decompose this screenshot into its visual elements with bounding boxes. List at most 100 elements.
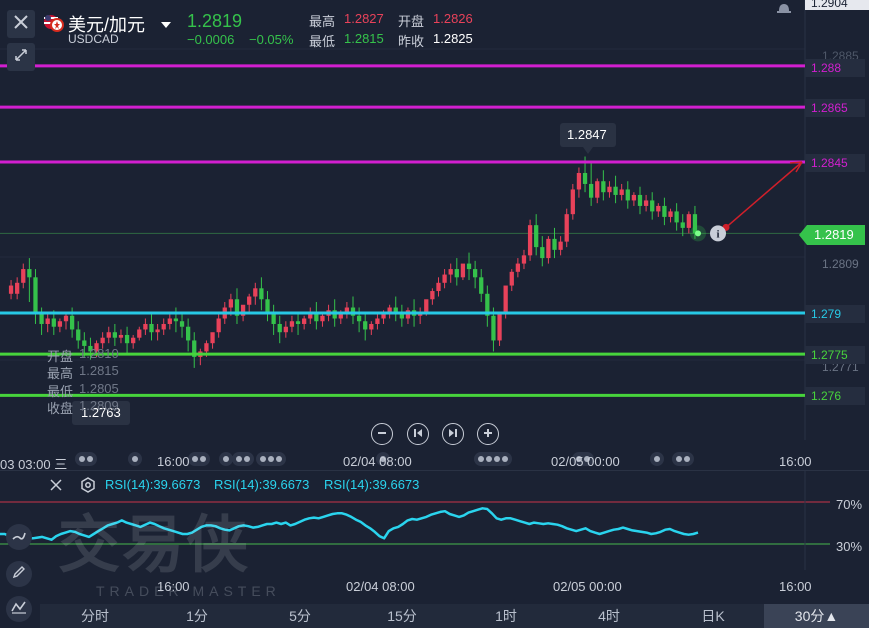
skip-end-button[interactable] xyxy=(442,423,464,445)
indicator-tool[interactable] xyxy=(6,596,32,622)
timeframe-bar xyxy=(40,604,869,628)
event-marker[interactable] xyxy=(188,452,210,466)
candle-body xyxy=(124,334,130,344)
candle-body xyxy=(601,181,606,193)
candle-body xyxy=(76,329,81,341)
candle-body xyxy=(625,189,630,201)
candle-body xyxy=(216,318,221,333)
candle-body xyxy=(448,269,453,275)
candle-body xyxy=(503,285,508,313)
skip-end-icon xyxy=(448,425,458,443)
symbol-code: USDCAD xyxy=(68,32,119,46)
candle-body xyxy=(155,329,160,333)
candle-body xyxy=(466,263,472,270)
prev-close-value: 1.2825 xyxy=(433,31,473,46)
rsi-time-label-1: 16:00 xyxy=(157,579,190,594)
event-marker[interactable] xyxy=(128,452,142,466)
candle-body xyxy=(552,238,557,250)
timeframe-tick[interactable]: 分时 xyxy=(70,604,120,628)
rsi-time-label-2: 02/04 08:00 xyxy=(346,579,415,594)
candle-body xyxy=(527,225,533,256)
candle-body xyxy=(619,189,624,195)
rsi-time-label-3: 02/05 00:00 xyxy=(553,579,622,594)
zoom-in-icon xyxy=(483,425,493,443)
zoom-out-button[interactable] xyxy=(371,423,393,445)
bell-icon[interactable] xyxy=(776,0,792,18)
event-marker[interactable] xyxy=(256,452,286,466)
price-change: −0.0006 xyxy=(187,32,235,47)
candle-body xyxy=(265,299,270,313)
price-axis-top-tag: 1.2904 xyxy=(805,0,869,10)
candle-body xyxy=(173,318,179,322)
dropdown-caret-icon[interactable] xyxy=(161,17,171,35)
candle-body xyxy=(424,299,429,313)
candle-body xyxy=(45,318,50,324)
candle-body xyxy=(491,315,496,341)
candle-body xyxy=(497,313,502,341)
pencil-tool[interactable] xyxy=(6,561,32,587)
candle-body xyxy=(112,332,117,338)
timeframe-1m[interactable]: 1分 xyxy=(172,604,222,628)
ohlc-high-value: 1.2815 xyxy=(79,363,119,378)
rsi-level-70: 70% xyxy=(836,497,863,512)
rsi-label-1: RSI(14):39.6673 xyxy=(105,477,201,492)
candle-body xyxy=(27,269,32,278)
candle-body xyxy=(454,269,459,278)
timeframe-30m-selected[interactable]: 30分▲ xyxy=(764,604,869,628)
event-marker[interactable] xyxy=(75,452,97,466)
candlestick-chart[interactable]: i xyxy=(0,0,869,470)
candle-body xyxy=(106,332,111,338)
high-marker-value: 1.2847 xyxy=(567,127,607,142)
price-change-pct: −0.05% xyxy=(249,32,294,47)
collapse-button[interactable] xyxy=(7,43,35,71)
timeframe-4h[interactable]: 4时 xyxy=(584,604,634,628)
candle-body xyxy=(320,315,325,322)
candle-body xyxy=(356,315,362,322)
price-tick-2: 1.2809 xyxy=(822,257,859,271)
candle-body xyxy=(271,313,276,324)
high-marker-tooltip: 1.2847 xyxy=(560,123,616,147)
candle-body xyxy=(247,296,252,305)
ohlc-close-label: 收盘 xyxy=(47,401,74,416)
level-tag-1288: 1.288 xyxy=(805,59,865,77)
timeframe-1h[interactable]: 1时 xyxy=(481,604,531,628)
skip-start-button[interactable] xyxy=(407,423,429,445)
rsi-label-2: RSI(14):39.6673 xyxy=(214,477,310,492)
current-price: 1.2819 xyxy=(187,11,243,31)
candle-body xyxy=(69,315,75,330)
event-marker[interactable] xyxy=(650,452,664,466)
open-value: 1.2826 xyxy=(433,11,473,26)
close-button[interactable] xyxy=(7,10,35,38)
candle-body xyxy=(686,214,691,228)
brush-tool[interactable] xyxy=(6,524,32,550)
candle-body xyxy=(100,337,105,344)
event-marker[interactable] xyxy=(219,452,233,466)
event-marker[interactable] xyxy=(672,452,694,466)
level-tag-1279: 1.279 xyxy=(805,305,865,323)
timeframe-daily[interactable]: 日K xyxy=(688,604,738,628)
candle-body xyxy=(161,323,166,330)
time-label-1: 16:00 xyxy=(157,454,190,469)
zoom-out-icon xyxy=(377,425,387,443)
event-marker[interactable] xyxy=(232,452,254,466)
candle-body xyxy=(369,323,374,330)
candle-body xyxy=(277,323,282,333)
candle-body xyxy=(570,189,575,215)
indicator-icon xyxy=(11,599,27,620)
ohlc-low-value: 1.2805 xyxy=(79,381,119,396)
candle-body xyxy=(460,263,466,278)
timeframe-15m[interactable]: 15分 xyxy=(377,604,427,628)
candle-body xyxy=(631,194,637,201)
price-axis-top-value: 1.2904 xyxy=(811,0,848,10)
candle-body xyxy=(662,205,667,217)
timeframe-5m[interactable]: 5分 xyxy=(275,604,325,628)
event-marker[interactable] xyxy=(474,452,512,466)
candle-body xyxy=(582,172,588,184)
candle-body xyxy=(253,288,258,297)
low-label: 最低 xyxy=(309,34,336,49)
high-value: 1.2827 xyxy=(344,11,384,26)
zoom-in-button[interactable] xyxy=(477,423,499,445)
candle-body xyxy=(15,282,20,294)
candle-body xyxy=(143,323,148,330)
time-label-2: 02/04 08:00 xyxy=(343,454,412,469)
